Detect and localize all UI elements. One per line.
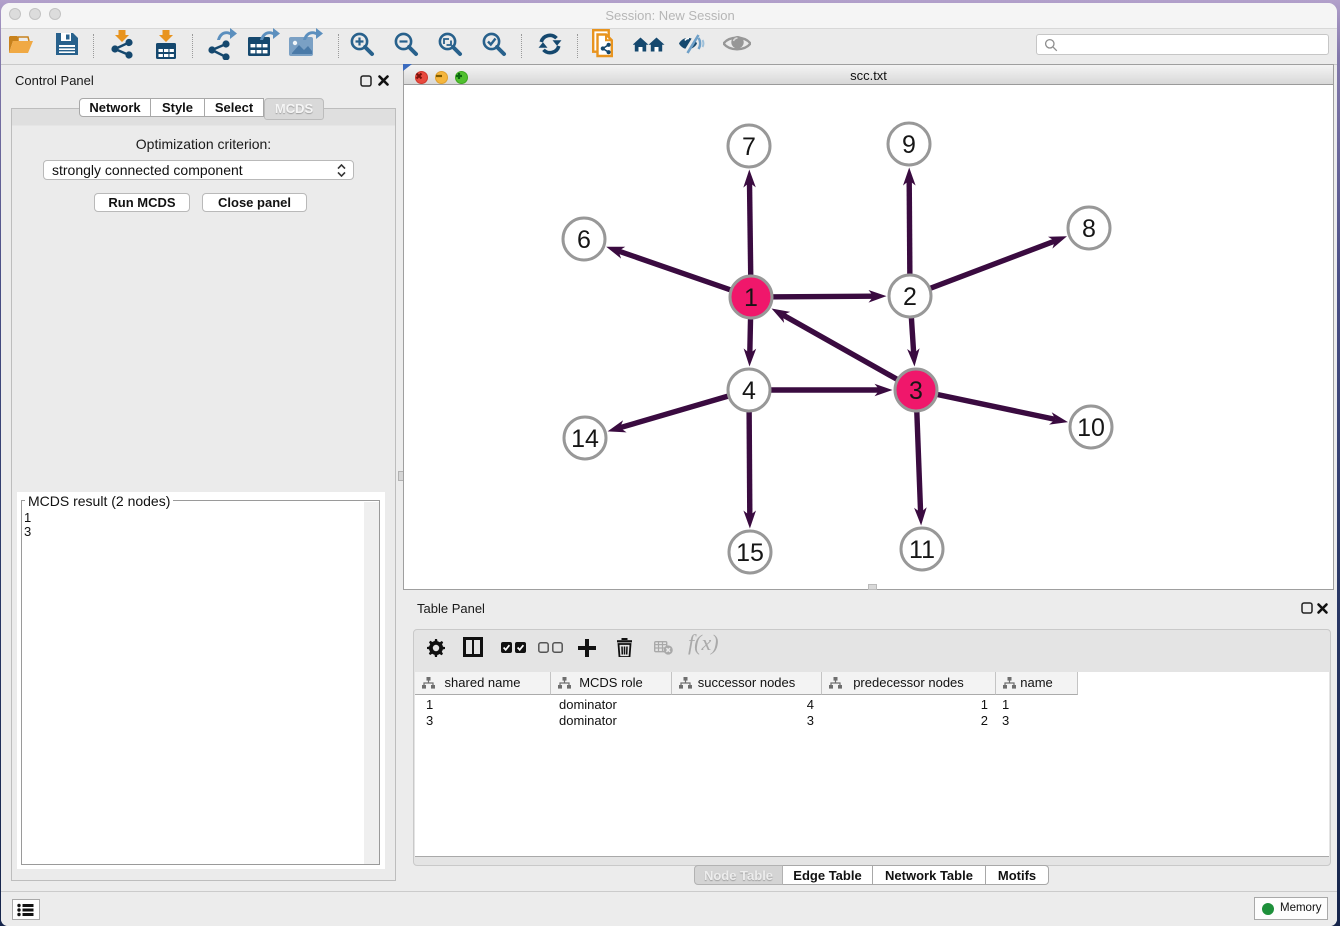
svg-text:f(x): f(x) — [688, 634, 719, 655]
svg-text:10: 10 — [1077, 414, 1105, 442]
svg-text:6: 6 — [577, 226, 591, 254]
svg-text:14: 14 — [571, 425, 599, 453]
svg-text:15: 15 — [736, 539, 764, 567]
svg-text:1: 1 — [744, 284, 758, 312]
svg-text:8: 8 — [1082, 215, 1096, 243]
svg-text:9: 9 — [902, 131, 916, 159]
svg-text:3: 3 — [909, 377, 923, 405]
svg-text:4: 4 — [742, 377, 756, 405]
svg-text:7: 7 — [742, 133, 756, 161]
svg-text:2: 2 — [903, 283, 917, 311]
svg-text:11: 11 — [909, 536, 935, 564]
